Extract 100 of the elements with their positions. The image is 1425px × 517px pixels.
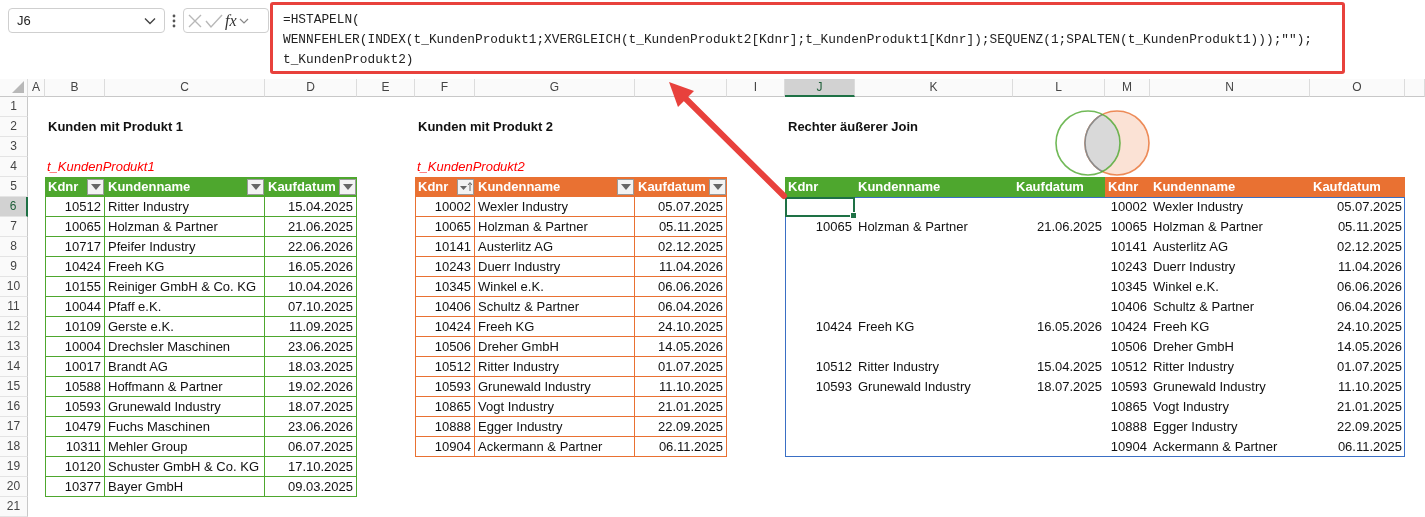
column-header[interactable]: G (475, 79, 635, 97)
column-header[interactable]: I (727, 79, 785, 97)
table-cell: 10717 (45, 237, 105, 257)
filter-button[interactable] (617, 179, 634, 195)
table-cell: 05.07.2025 (635, 197, 727, 217)
table-cell: 10479 (45, 417, 105, 437)
dropdown-icon (250, 184, 261, 190)
table-cell: Winkel e.K. (475, 277, 635, 297)
table-cell-text: 21.01.2025 (1335, 398, 1403, 416)
table-cell: 10065 (415, 217, 475, 237)
table-cell: 18.03.2025 (265, 357, 357, 377)
row-header[interactable]: 18 (0, 437, 28, 457)
row-header[interactable]: 14 (0, 357, 28, 377)
table-cell: 10506 (415, 337, 475, 357)
table-cell-text: 11.04.2026 (1336, 258, 1403, 276)
table-cell-text: Wexler Industry (1152, 198, 1245, 216)
table-cell-text: 05.07.2025 (1335, 198, 1403, 216)
column-header[interactable]: A (28, 79, 45, 97)
table-cell: 23.06.2025 (265, 337, 357, 357)
row-header[interactable]: 11 (0, 297, 28, 317)
section-title: Rechter äußerer Join (787, 118, 920, 136)
table-cell: Brandt AG (105, 357, 265, 377)
column-header[interactable]: K (855, 79, 1013, 97)
table-cell: 10065 (45, 217, 105, 237)
row-header[interactable]: 15 (0, 377, 28, 397)
insert-function-button[interactable]: fx (225, 11, 237, 30)
table-cell: 10406 (415, 297, 475, 317)
table-cell: 15.04.2025 (265, 197, 357, 217)
filter-button[interactable] (709, 179, 726, 195)
row-header[interactable]: 8 (0, 237, 28, 257)
name-box[interactable]: J6 (8, 8, 165, 33)
table-name: t_KundenProdukt1 (46, 158, 156, 176)
row-header[interactable]: 10 (0, 277, 28, 297)
table-cell-text: 10065 (1109, 218, 1148, 236)
column-header[interactable]: F (415, 79, 475, 97)
table-header-cell: Kdnr (1105, 177, 1150, 197)
table-cell-text: Schultz & Partner (1152, 298, 1256, 316)
table-cell-text: 01.07.2025 (1335, 358, 1403, 376)
table-cell: 10109 (45, 317, 105, 337)
dropdown-icon (342, 184, 353, 190)
active-cell-outline (785, 197, 855, 217)
filter-button[interactable] (87, 179, 104, 195)
row-header[interactable]: 5 (0, 177, 28, 197)
table-cell: 10424 (415, 317, 475, 337)
row-header[interactable]: 19 (0, 457, 28, 477)
filter-button[interactable] (247, 179, 264, 195)
row-header[interactable]: 1 (0, 97, 28, 117)
table-cell: Reiniger GmbH & Co. KG (105, 277, 265, 297)
row-header[interactable]: 21 (0, 497, 28, 517)
table-cell-text: Austerlitz AG (1152, 238, 1230, 256)
row-header[interactable]: 20 (0, 477, 28, 497)
column-header[interactable]: E (357, 79, 415, 97)
formula-field[interactable]: =HSTAPELN( WENNFEHLER(INDEX(t_KundenProdukt1;XVERGLEICH(t_KundenProdukt2[Kdnr];t_KundenProdukt1[Kdnr]);SEQUENZ(1;SPALTEN(t_KundenProdukt1)));""); t_KundenProdukt2) (270, 2, 1345, 74)
table-cell-text: 16.05.2026 (1035, 318, 1103, 336)
table-cell-text: 10512 (1109, 358, 1148, 376)
table-cell: 22.06.2026 (265, 237, 357, 257)
row-header[interactable]: 16 (0, 397, 28, 417)
table-cell: 01.07.2025 (635, 357, 727, 377)
column-label: Kundenname (108, 178, 191, 196)
table-cell: 10120 (45, 457, 105, 477)
filter-button[interactable] (339, 179, 356, 195)
row-header[interactable]: 13 (0, 337, 28, 357)
table-header-cell: Kaufdatum (1310, 177, 1405, 197)
table-cell: Holzman & Partner (105, 217, 265, 237)
table-cell-text: 10865 (1109, 398, 1148, 416)
row-header[interactable]: 2 (0, 117, 28, 137)
column-header[interactable]: J (785, 79, 855, 97)
table-cell: Ritter Industry (105, 197, 265, 217)
row-header[interactable]: 12 (0, 317, 28, 337)
table-header-cell: Kdnr (785, 177, 855, 197)
table-cell-text: 10345 (1109, 278, 1148, 296)
dropdown-icon (90, 184, 101, 190)
row-header[interactable]: 6 (0, 197, 28, 217)
row-header[interactable]: 17 (0, 417, 28, 437)
table-cell: 10512 (415, 357, 475, 377)
column-header[interactable]: M (1105, 79, 1150, 97)
column-header[interactable]: B (45, 79, 105, 97)
table-cell: Fuchs Maschinen (105, 417, 265, 437)
table-cell: 10345 (415, 277, 475, 297)
table-cell: 10588 (45, 377, 105, 397)
row-header[interactable]: 7 (0, 217, 28, 237)
column-header[interactable]: N (1150, 79, 1310, 97)
sort-button[interactable] (457, 179, 474, 195)
table-cell: Drechsler Maschinen (105, 337, 265, 357)
row-header[interactable]: 4 (0, 157, 28, 177)
column-header[interactable]: O (1310, 79, 1405, 97)
row-header[interactable]: 3 (0, 137, 28, 157)
table-cell-text: 05.11.2025 (1336, 218, 1403, 236)
column-header[interactable]: L (1013, 79, 1105, 97)
table-cell: 11.04.2026 (635, 257, 727, 277)
table-cell-text: Duerr Industry (1152, 258, 1237, 276)
table-cell: 10155 (45, 277, 105, 297)
column-header[interactable]: D (265, 79, 357, 97)
caret-icon (238, 17, 249, 24)
column-header[interactable]: C (105, 79, 265, 97)
table-cell-text: Dreher GmbH (1152, 338, 1235, 356)
table-cell: Ackermann & Partner (475, 437, 635, 457)
row-header[interactable]: 9 (0, 257, 28, 277)
table-cell: 19.02.2026 (265, 377, 357, 397)
table-cell: 07.10.2025 (265, 297, 357, 317)
